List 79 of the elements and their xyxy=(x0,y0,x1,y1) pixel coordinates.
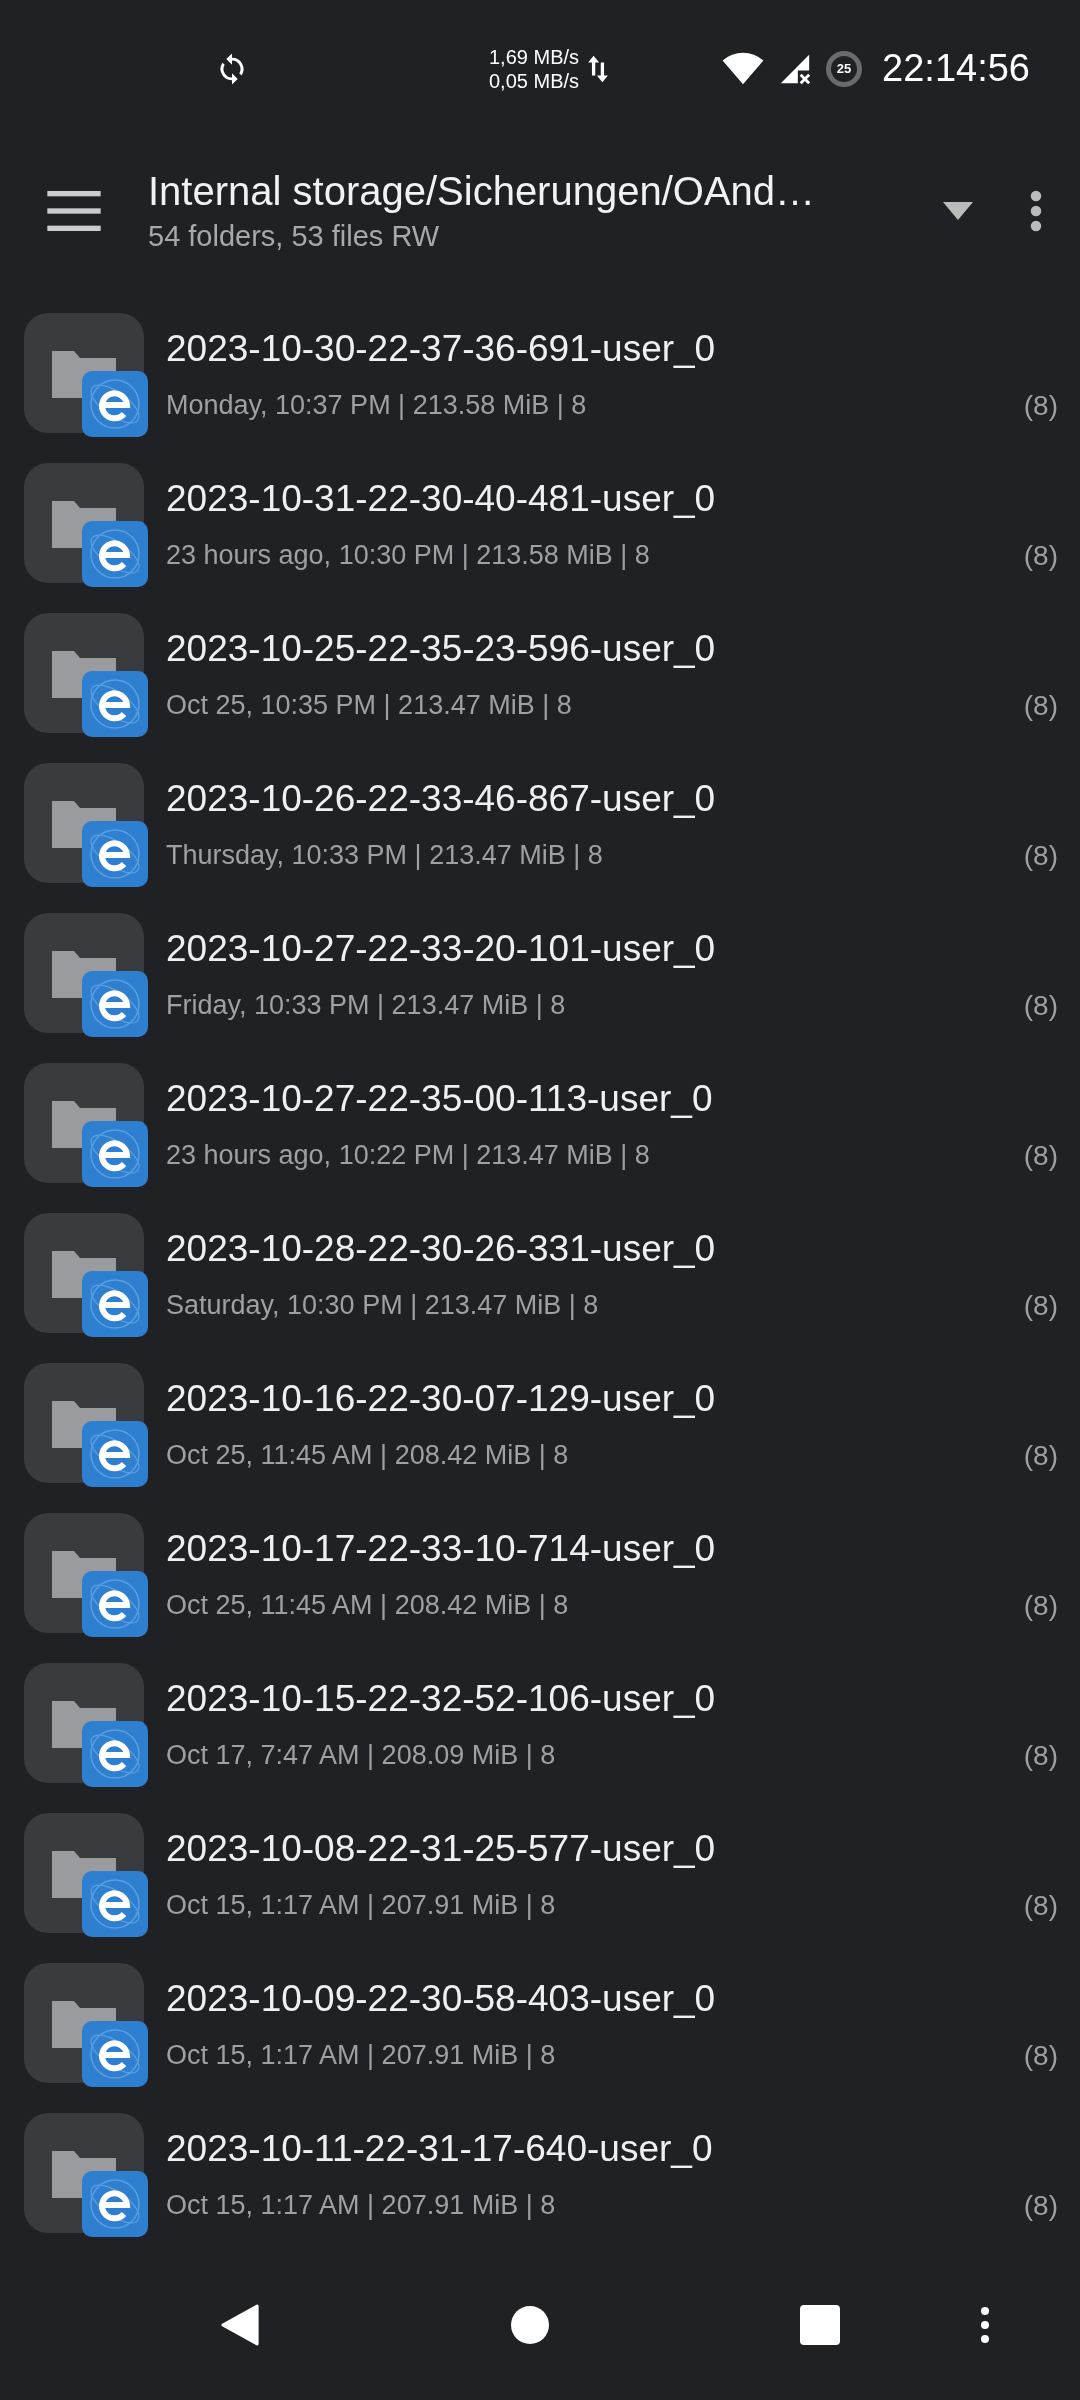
folder-details: Oct 15, 1:17 AM | 207.91 MiB | 8 xyxy=(166,2040,556,2072)
item-count: (8) xyxy=(1023,840,1058,872)
item-count: (8) xyxy=(1023,990,1058,1022)
upload-speed: 1,69 MB/s xyxy=(489,44,580,69)
download-speed: 0,05 MB/s xyxy=(489,68,580,93)
folder-details: Monday, 10:37 PM | 213.58 MiB | 8 xyxy=(166,390,587,422)
folder-name: 2023-10-27-22-33-20-101-user_0 xyxy=(166,928,717,970)
app-badge-icon xyxy=(82,821,148,887)
app-badge-icon xyxy=(82,2171,148,2237)
folder-details: Oct 15, 1:17 AM | 207.91 MiB | 8 xyxy=(166,2190,556,2222)
folder-row[interactable]: 2023-10-31-22-30-40-481-user_0 23 hours ago, 10:30 PM | 213.58 MiB | 8 (8) xyxy=(0,450,1080,600)
folder-details: Oct 25, 11:45 AM | 208.42 MiB | 8 xyxy=(166,1590,569,1622)
folder-details: Oct 25, 11:45 AM | 208.42 MiB | 8 xyxy=(166,1440,569,1472)
folder-row[interactable]: 2023-10-11-22-31-17-640-user_0 Oct 15, 1:17 AM | 207.91 MiB | 8 (8) xyxy=(0,2100,1080,2250)
app-badge-icon xyxy=(82,371,148,437)
item-count: (8) xyxy=(1023,390,1058,422)
folder-name: 2023-10-30-22-37-36-691-user_0 xyxy=(166,328,717,370)
folder-row[interactable]: 2023-10-27-22-35-00-113-user_0 23 hours ago, 10:22 PM | 213.47 MiB | 8 (8) xyxy=(0,1050,1080,1200)
folder-row[interactable]: 2023-10-25-22-35-23-596-user_0 Oct 25, 10:35 PM | 213.47 MiB | 8 (8) xyxy=(0,600,1080,750)
folder-row[interactable]: 2023-10-15-22-32-52-106-user_0 Oct 17, 7:47 AM | 208.09 MiB | 8 (8) xyxy=(0,1650,1080,1800)
folder-details: Oct 15, 1:17 AM | 207.91 MiB | 8 xyxy=(166,1890,556,1922)
recents-icon[interactable] xyxy=(800,2304,840,2346)
folder-row[interactable]: 2023-10-16-22-30-07-129-user_0 Oct 25, 11:45 AM | 208.42 MiB | 8 (8) xyxy=(0,1350,1080,1500)
folder-row[interactable]: 2023-10-30-22-37-36-691-user_0 Monday, 10:37 PM | 213.58 MiB | 8 (8) xyxy=(0,300,1080,450)
battery-level: 25 xyxy=(836,61,852,77)
item-count: (8) xyxy=(1023,1290,1058,1322)
folder-name: 2023-10-15-22-32-52-106-user_0 xyxy=(166,1678,717,1720)
folder-name: 2023-10-16-22-30-07-129-user_0 xyxy=(166,1378,717,1420)
app-badge-icon xyxy=(82,2021,148,2087)
folder-name: 2023-10-08-22-31-25-577-user_0 xyxy=(166,1828,717,1870)
folder-details: Friday, 10:33 PM | 213.47 MiB | 8 xyxy=(166,990,566,1022)
more-icon[interactable] xyxy=(980,2306,990,2344)
back-icon[interactable] xyxy=(220,2304,260,2346)
folder-name: 2023-10-11-22-31-17-640-user_0 xyxy=(166,2128,714,2170)
folder-name: 2023-10-09-22-30-58-403-user_0 xyxy=(166,1978,717,2020)
folder-name: 2023-10-31-22-30-40-481-user_0 xyxy=(166,478,717,520)
folder-summary: 54 folders, 53 files RW xyxy=(148,220,441,254)
item-count: (8) xyxy=(1023,690,1058,722)
wifi-icon xyxy=(722,51,765,86)
item-count: (8) xyxy=(1023,540,1058,572)
app-badge-icon xyxy=(82,671,148,737)
app-badge-icon xyxy=(82,1571,148,1637)
folder-row[interactable]: 2023-10-17-22-33-10-714-user_0 Oct 25, 11:45 AM | 208.42 MiB | 8 (8) xyxy=(0,1500,1080,1650)
app-badge-icon xyxy=(82,1871,148,1937)
path-title: Internal storage/Sicherungen/OAnd… xyxy=(148,169,817,215)
item-count: (8) xyxy=(1023,2040,1058,2072)
folder-row[interactable]: 2023-10-08-22-31-25-577-user_0 Oct 15, 1:17 AM | 207.91 MiB | 8 (8) xyxy=(0,1800,1080,1950)
folder-details: 23 hours ago, 10:22 PM | 213.47 MiB | 8 xyxy=(166,1140,650,1172)
item-count: (8) xyxy=(1023,1890,1058,1922)
app-badge-icon xyxy=(82,1721,148,1787)
folder-name: 2023-10-25-22-35-23-596-user_0 xyxy=(166,628,717,670)
app-badge-icon xyxy=(82,1271,148,1337)
app-badge-icon xyxy=(82,971,148,1037)
folder-row[interactable]: 2023-10-27-22-33-20-101-user_0 Friday, 10:33 PM | 213.47 MiB | 8 (8) xyxy=(0,900,1080,1050)
menu-icon[interactable] xyxy=(46,191,102,232)
app-badge-icon xyxy=(82,1121,148,1187)
home-icon[interactable] xyxy=(510,2304,550,2346)
item-count: (8) xyxy=(1023,1590,1058,1622)
app-badge-icon xyxy=(82,521,148,587)
item-count: (8) xyxy=(1023,2190,1058,2222)
folder-details: 23 hours ago, 10:30 PM | 213.58 MiB | 8 xyxy=(166,540,650,572)
folder-row[interactable]: 2023-10-26-22-33-46-867-user_0 Thursday, 10:33 PM | 213.47 MiB | 8 (8) xyxy=(0,750,1080,900)
folder-details: Thursday, 10:33 PM | 213.47 MiB | 8 xyxy=(166,840,603,872)
folder-name: 2023-10-28-22-30-26-331-user_0 xyxy=(166,1228,717,1270)
more-options-icon[interactable] xyxy=(1030,189,1042,234)
dropdown-icon[interactable] xyxy=(942,202,974,221)
clock: 22:14:56 xyxy=(882,47,1030,91)
item-count: (8) xyxy=(1023,1440,1058,1472)
folder-name: 2023-10-26-22-33-46-867-user_0 xyxy=(166,778,717,820)
folder-name: 2023-10-17-22-33-10-714-user_0 xyxy=(166,1528,717,1570)
folder-details: Saturday, 10:30 PM | 213.47 MiB | 8 xyxy=(166,1290,599,1322)
folder-name: 2023-10-27-22-35-00-113-user_0 xyxy=(166,1078,714,1120)
folder-row[interactable]: 2023-10-09-22-30-58-403-user_0 Oct 15, 1:17 AM | 207.91 MiB | 8 (8) xyxy=(0,1950,1080,2100)
folder-details: Oct 25, 10:35 PM | 213.47 MiB | 8 xyxy=(166,690,572,722)
app-badge-icon xyxy=(82,1421,148,1487)
item-count: (8) xyxy=(1023,1740,1058,1772)
folder-details: Oct 17, 7:47 AM | 208.09 MiB | 8 xyxy=(166,1740,556,1772)
item-count: (8) xyxy=(1023,1140,1058,1172)
folder-row[interactable]: 2023-10-28-22-30-26-331-user_0 Saturday, 10:30 PM | 213.47 MiB | 8 (8) xyxy=(0,1200,1080,1350)
